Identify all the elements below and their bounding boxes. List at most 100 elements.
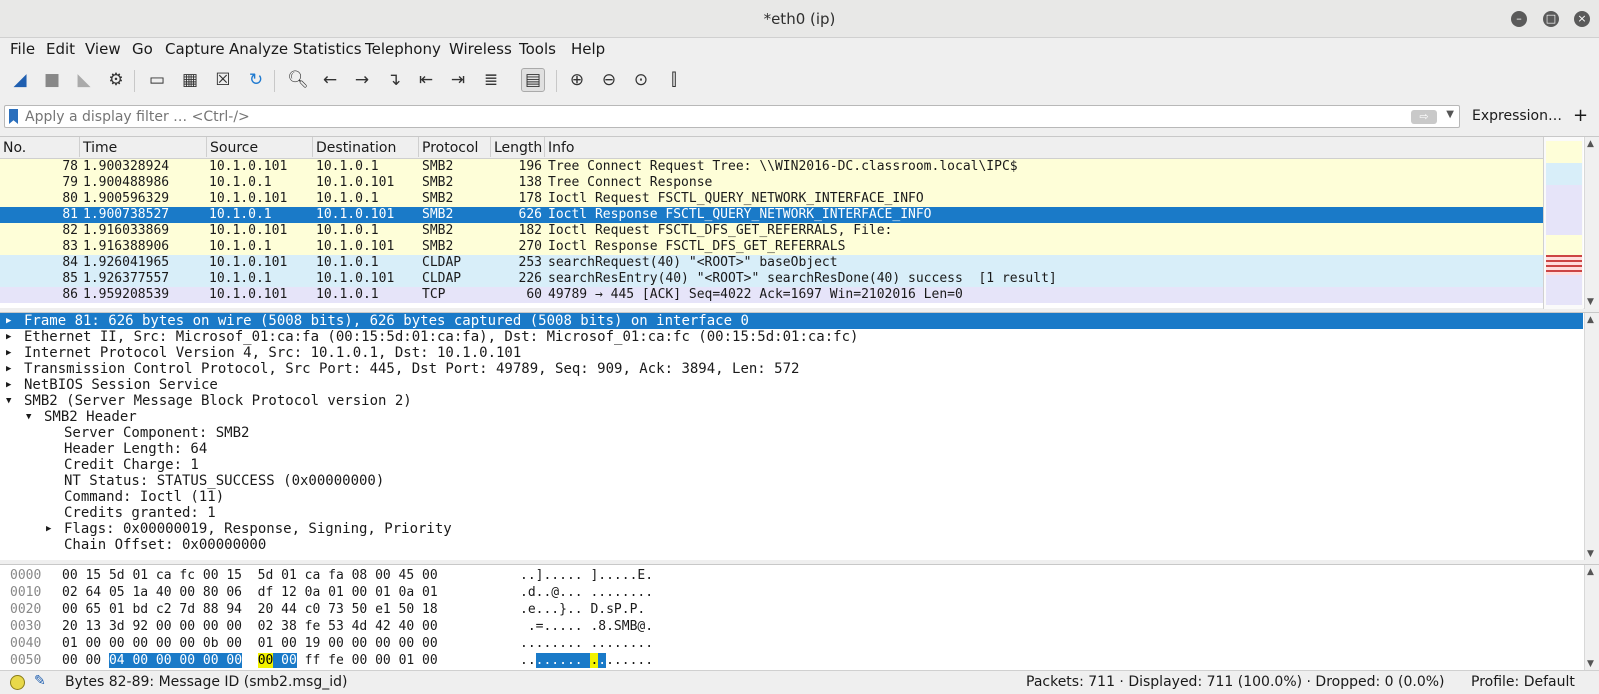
expert-info-icon[interactable]	[10, 675, 25, 690]
details-scrollbar[interactable]: ▲ ▼	[1584, 313, 1599, 560]
expand-right-icon[interactable]: ▶	[6, 329, 11, 345]
detail-row[interactable]: ▶ NetBIOS Session Service	[0, 377, 1583, 393]
apply-filter-arrow-icon[interactable]: ⇨	[1411, 110, 1437, 124]
hex-bytes[interactable]: 00 65 01 bd c2 7d 88 94 20 44 c0 73 50 e…	[62, 601, 438, 618]
packet-row[interactable]: 84 1.926041965 10.1.0.101 10.1.0.1 CLDAP 253 s…	[0, 255, 1543, 271]
expand-right-icon[interactable]: ▶	[6, 377, 11, 393]
zoom-in-icon[interactable]: ⊕	[565, 68, 589, 92]
detail-row[interactable]: ▼ SMB2 Header	[0, 409, 1583, 425]
reload-file-icon[interactable]: ↻	[244, 68, 268, 92]
menu-view[interactable]: View	[85, 40, 121, 58]
hex-ascii[interactable]: .e...}.. D.sP.P.	[520, 601, 645, 618]
detail-row[interactable]: Credit Charge: 1	[0, 457, 1583, 473]
scroll-down-icon[interactable]: ▼	[1587, 659, 1594, 669]
minimize-icon[interactable]: –	[1511, 11, 1527, 27]
menu-help[interactable]: Help	[571, 40, 605, 58]
menu-capture[interactable]: Capture	[165, 40, 225, 58]
column-header-info[interactable]: Info	[545, 137, 1543, 157]
find-packet-icon[interactable]: 🔍︎	[286, 68, 310, 92]
expand-down-icon[interactable]: ▼	[6, 393, 11, 409]
detail-row[interactable]: ▶ Frame 81: 626 bytes on wire (5008 bits)…	[0, 313, 1583, 329]
detail-row[interactable]: ▶ Internet Protocol Version 4, Src: 10.1.…	[0, 345, 1583, 361]
save-file-icon[interactable]: ▦	[178, 68, 202, 92]
menu-wireless[interactable]: Wireless	[449, 40, 512, 58]
packet-row[interactable]: 79 1.900488986 10.1.0.1 10.1.0.101 SMB2 138 Tr…	[0, 175, 1543, 191]
bytes-scrollbar[interactable]: ▲ ▼	[1584, 565, 1599, 671]
detail-row[interactable]: Credits granted: 1	[0, 505, 1583, 521]
expand-down-icon[interactable]: ▼	[26, 409, 31, 425]
detail-row[interactable]: ▼ SMB2 (Server Message Block Protocol ver…	[0, 393, 1583, 409]
add-filter-button[interactable]: +	[1573, 105, 1588, 126]
bookmark-icon[interactable]	[9, 109, 18, 124]
detail-row[interactable]: Header Length: 64	[0, 441, 1583, 457]
scroll-up-icon[interactable]: ▲	[1587, 139, 1594, 149]
packet-row[interactable]: 86 1.959208539 10.1.0.101 10.1.0.1 TCP 60 4978…	[0, 287, 1543, 303]
detail-row[interactable]: ▶ Ethernet II, Src: Microsof_01:ca:fa (00…	[0, 329, 1583, 345]
hex-bytes[interactable]: 01 00 00 00 00 00 0b 00 01 00 19 00 00 0…	[62, 635, 438, 652]
maximize-icon[interactable]: □	[1543, 11, 1559, 27]
column-header-destination[interactable]: Destination	[313, 137, 419, 157]
detail-row[interactable]: Command: Ioctl (11)	[0, 489, 1583, 505]
detail-row[interactable]: ▶ Transmission Control Protocol, Src Port…	[0, 361, 1583, 377]
packet-row[interactable]: 85 1.926377557 10.1.0.1 10.1.0.101 CLDAP 226 s…	[0, 271, 1543, 287]
status-profile[interactable]: Profile: Default	[1471, 674, 1575, 690]
go-to-packet-icon[interactable]: ↴	[382, 68, 406, 92]
capture-options-gear-icon[interactable]: ⚙	[104, 68, 128, 92]
detail-row[interactable]: ▶ Flags: 0x00000019, Response, Signing, P…	[0, 521, 1583, 537]
packet-row[interactable]: 81 1.900738527 10.1.0.1 10.1.0.101 SMB2 626 Io…	[0, 207, 1543, 223]
packet-row[interactable]: 80 1.900596329 10.1.0.101 10.1.0.1 SMB2 178 Io…	[0, 191, 1543, 207]
hex-ascii[interactable]: ..]..... ].....E.	[520, 567, 653, 584]
menu-edit[interactable]: Edit	[46, 40, 75, 58]
first-packet-icon[interactable]: ⇤	[414, 68, 438, 92]
scroll-down-icon[interactable]: ▼	[1587, 549, 1594, 559]
resize-columns-icon[interactable]: ⫿	[662, 68, 686, 92]
capture-comments-icon[interactable]: ✎	[34, 673, 46, 689]
go-forward-icon[interactable]: →	[350, 68, 374, 92]
scroll-up-icon[interactable]: ▲	[1587, 315, 1594, 325]
column-header-protocol[interactable]: Protocol	[419, 137, 491, 157]
column-header-no[interactable]: No.	[0, 137, 80, 157]
menu-analyze[interactable]: Analyze	[229, 40, 288, 58]
expand-right-icon[interactable]: ▶	[6, 361, 11, 377]
close-icon[interactable]: ×	[1574, 11, 1590, 27]
detail-row[interactable]: NT Status: STATUS_SUCCESS (0x00000000)	[0, 473, 1583, 489]
hex-bytes[interactable]: 02 64 05 1a 40 00 80 06 df 12 0a 01 00 0…	[62, 584, 438, 601]
expand-right-icon[interactable]: ▶	[6, 345, 11, 361]
open-file-icon[interactable]: ▭	[145, 68, 169, 92]
packet-row[interactable]: 83 1.916388906 10.1.0.1 10.1.0.101 SMB2 270 Io…	[0, 239, 1543, 255]
column-header-time[interactable]: Time	[80, 137, 207, 157]
shark-fin-start-icon[interactable]: ◢	[8, 68, 32, 92]
restart-capture-icon[interactable]: ◣	[72, 68, 96, 92]
last-packet-icon[interactable]: ⇥	[446, 68, 470, 92]
detail-row[interactable]: Server Component: SMB2	[0, 425, 1583, 441]
packet-list-scrollbar[interactable]: ▲ ▼	[1584, 137, 1599, 309]
hex-bytes[interactable]: 00 00 04 00 00 00 00 00 00 00 ff fe 00 0…	[62, 652, 438, 669]
column-header-source[interactable]: Source	[207, 137, 313, 157]
display-filter-input[interactable]	[25, 108, 1405, 125]
expression-button[interactable]: Expression…	[1472, 108, 1562, 124]
menu-go[interactable]: Go	[132, 40, 153, 58]
hex-bytes[interactable]: 00 15 5d 01 ca fc 00 15 5d 01 ca fa 08 0…	[62, 567, 438, 584]
normal-size-icon[interactable]: ⊙	[629, 68, 653, 92]
menu-statistics[interactable]: Statistics	[293, 40, 362, 58]
column-header-length[interactable]: Length	[491, 137, 545, 157]
scroll-up-icon[interactable]: ▲	[1587, 567, 1594, 577]
colorize-icon[interactable]: ▤	[521, 68, 545, 92]
display-filter-box[interactable]: ⇨ ▼	[4, 105, 1460, 128]
hex-ascii[interactable]: ........ ........	[520, 652, 653, 669]
packet-minimap[interactable]	[1543, 137, 1583, 309]
hex-ascii[interactable]: ........ ........	[520, 635, 653, 652]
menu-telephony[interactable]: Telephony	[365, 40, 441, 58]
hex-ascii[interactable]: .=..... .8.SMB@.	[520, 618, 653, 635]
zoom-out-icon[interactable]: ⊖	[597, 68, 621, 92]
expand-right-icon[interactable]: ▶	[46, 521, 51, 537]
packet-row[interactable]: 82 1.916033869 10.1.0.101 10.1.0.1 SMB2 182 Io…	[0, 223, 1543, 239]
menu-tools[interactable]: Tools	[519, 40, 556, 58]
go-back-icon[interactable]: ←	[318, 68, 342, 92]
packet-row[interactable]: 78 1.900328924 10.1.0.101 10.1.0.1 SMB2 196 Tr…	[0, 159, 1543, 175]
menu-file[interactable]: File	[10, 40, 35, 58]
scroll-down-icon[interactable]: ▼	[1587, 297, 1594, 307]
stop-capture-icon[interactable]: ■	[40, 68, 64, 92]
close-file-icon[interactable]: ☒	[211, 68, 235, 92]
expand-right-icon[interactable]: ▶	[6, 313, 11, 329]
